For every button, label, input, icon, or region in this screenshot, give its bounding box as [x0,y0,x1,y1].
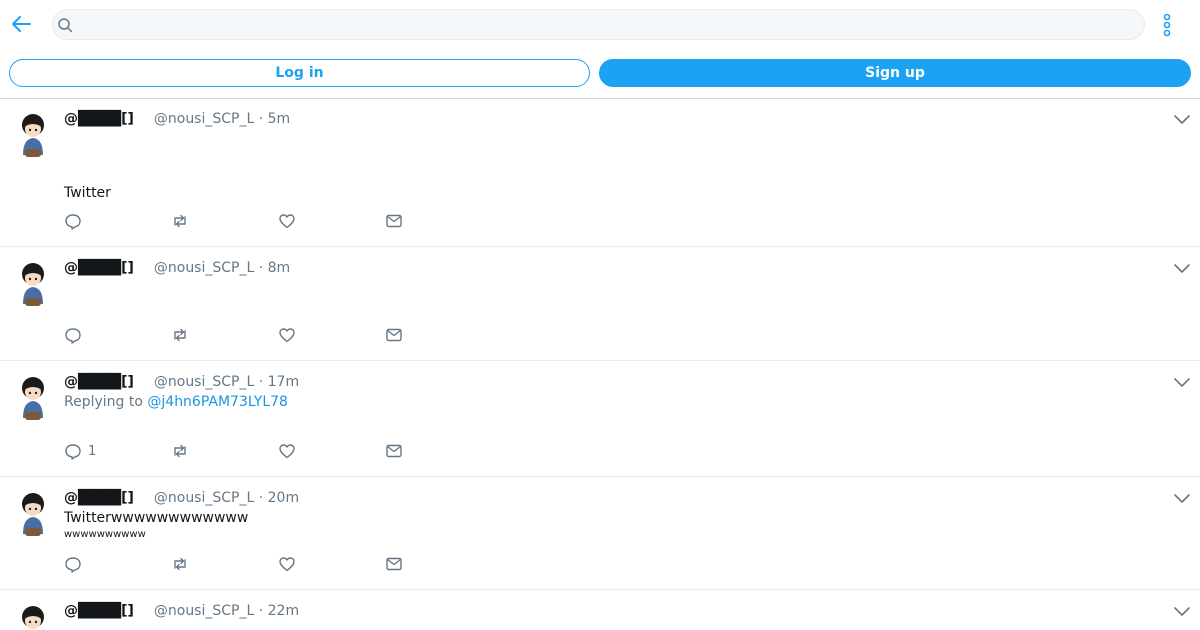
reply-button[interactable] [64,326,88,344]
heart-icon [279,214,295,229]
back-button[interactable] [10,12,34,36]
reply-count: 1 [88,443,97,459]
avatar[interactable] [16,260,50,308]
replying-to-link[interactable]: @j4hn6PAM73LYL78 [147,394,288,410]
tweet-actions [64,555,424,575]
display-name[interactable]: @████[] [64,260,134,276]
tweet-header: @████[] @nousi_SCP_L · 5m [64,111,290,127]
retweet-button[interactable] [171,212,189,230]
handle-time: @nousi_SCP_L · 20m [153,490,300,506]
reply-icon [65,328,81,344]
chevron-down-icon[interactable] [1173,114,1191,126]
reply-button[interactable] [64,212,88,230]
chevron-down-icon[interactable] [1173,263,1191,275]
reply-button[interactable] [64,555,88,573]
more-vertical-icon [1163,13,1171,37]
replying-to-label: Replying to [64,394,143,410]
tweet-header: @████[] @nousi_SCP_L · 20m [64,490,299,506]
avatar[interactable] [16,490,50,538]
retweet-icon [174,214,186,228]
retweet-icon [174,444,186,458]
display-name[interactable]: @████[] [64,490,134,506]
tweet-header: @████[] @nousi_SCP_L · 8m [64,260,290,276]
search-icon [58,18,73,33]
avatar[interactable] [16,603,50,630]
handle-time: @nousi_SCP_L · 8m [153,260,291,276]
like-button[interactable] [278,212,296,230]
chevron-down-icon[interactable] [1173,377,1191,389]
tweet[interactable]: @████[] @nousi_SCP_L · 20m Twitterwwwwwww… [0,478,1200,590]
arrow-left-icon [12,16,31,32]
display-name[interactable]: @████[] [64,111,134,127]
tweet-header: @████[] @nousi_SCP_L · 17m [64,374,299,390]
tweet-header: @████[] @nousi_SCP_L · 22m [64,603,299,619]
avatar[interactable] [16,111,50,159]
heart-icon [279,557,295,572]
handle-time: @nousi_SCP_L · 17m [153,374,300,390]
like-button[interactable] [278,555,296,573]
like-button[interactable] [278,442,296,460]
tweet-actions [64,326,424,346]
mail-icon [386,444,402,458]
search-bar[interactable] [52,9,1145,40]
mail-icon [386,328,402,342]
tweet-actions: 1 [64,442,424,462]
tweet-actions [64,212,424,232]
reply-icon [65,557,81,573]
mail-icon [386,557,402,571]
tweet-text-line2: wwwwwwwwww [64,529,146,540]
retweet-button[interactable] [171,442,189,460]
direct-message-button[interactable] [385,442,403,460]
handle-time: @nousi_SCP_L · 22m [153,603,300,619]
heart-icon [279,328,295,343]
direct-message-button[interactable] [385,326,403,344]
auth-bar: Log in Sign up [0,59,1200,88]
reply-icon [65,214,81,230]
signup-button[interactable]: Sign up [599,59,1191,87]
retweet-icon [174,328,186,342]
tweet[interactable]: @████[] @nousi_SCP_L · 22m [0,591,1200,630]
retweet-button[interactable] [171,555,189,573]
direct-message-button[interactable] [385,212,403,230]
avatar[interactable] [16,374,50,422]
retweet-button[interactable] [171,326,189,344]
tweet-text: Twitter [64,185,111,201]
more-options-button[interactable] [1156,12,1178,38]
replying-to: Replying to @j4hn6PAM73LYL78 [64,394,288,410]
tweet[interactable]: @████[] @nousi_SCP_L · 5m Twitter [0,99,1200,247]
mail-icon [386,214,402,228]
tweet-text: Twitterwwwwwwwwwwww [64,510,249,526]
like-button[interactable] [278,326,296,344]
tweet[interactable]: @████[] @nousi_SCP_L · 17m Replying to @j… [0,362,1200,477]
login-button[interactable]: Log in [9,59,590,87]
tweet[interactable]: @████[] @nousi_SCP_L · 8m [0,248,1200,361]
heart-icon [279,444,295,459]
search-input[interactable] [81,14,1121,36]
retweet-icon [174,557,186,571]
display-name[interactable]: @████[] [64,603,134,619]
display-name[interactable]: @████[] [64,374,134,390]
reply-icon [65,444,81,460]
chevron-down-icon[interactable] [1173,493,1191,505]
handle-time: @nousi_SCP_L · 5m [153,111,291,127]
direct-message-button[interactable] [385,555,403,573]
top-bar [0,0,1200,48]
reply-button[interactable]: 1 [64,442,96,460]
chevron-down-icon[interactable] [1173,606,1191,618]
